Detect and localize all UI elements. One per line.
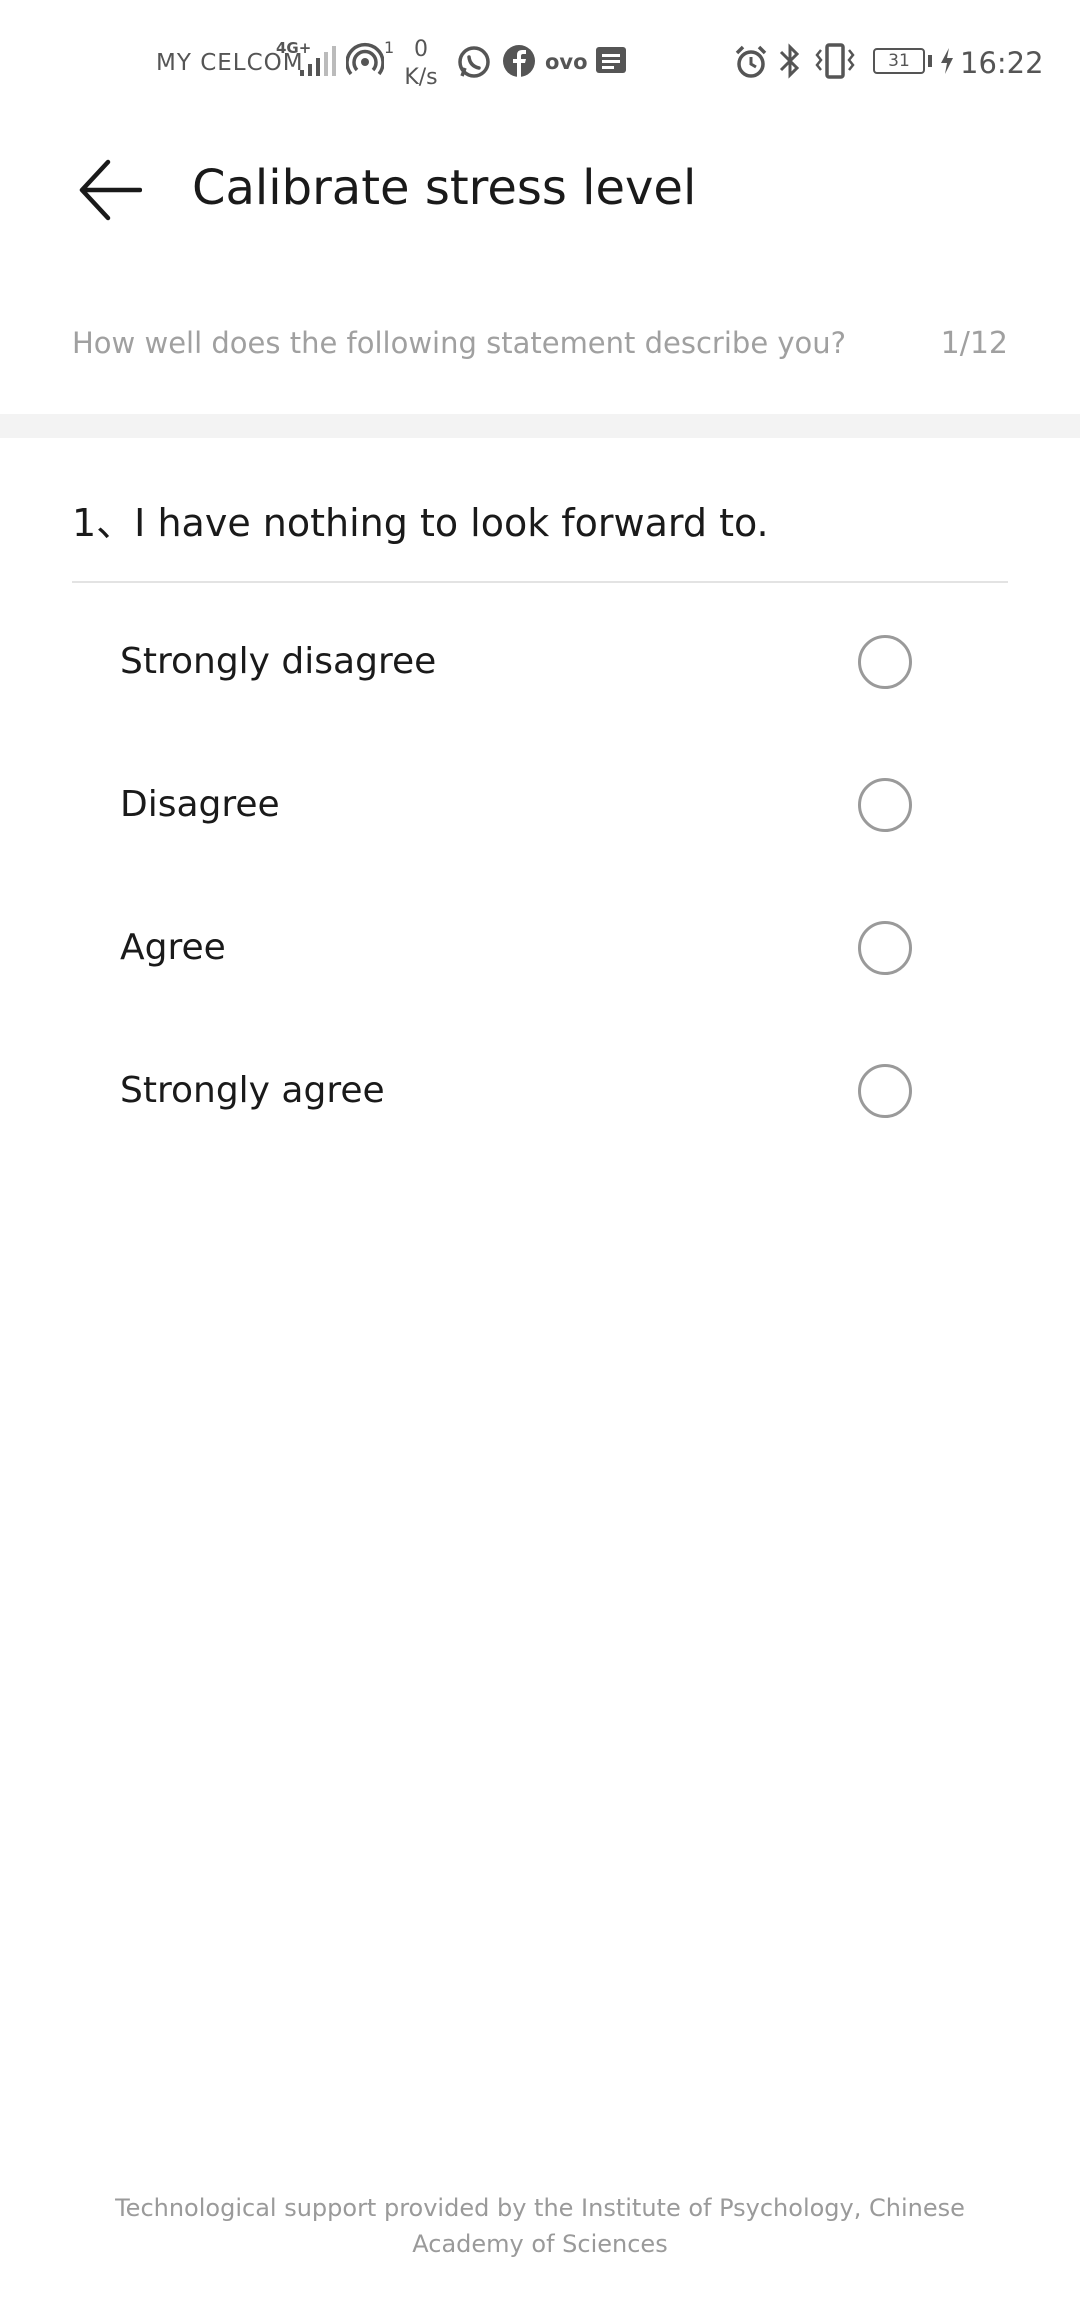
back-button[interactable]	[70, 150, 150, 230]
question-text: 1、I have nothing to look forward to.	[72, 501, 769, 545]
radio-button[interactable]	[858, 777, 912, 832]
alarm-icon	[733, 44, 769, 84]
network-speed: 0 K/s	[398, 36, 444, 92]
ovo-icon: ovo	[545, 50, 588, 74]
whatsapp-icon	[456, 44, 492, 84]
vibrate-icon	[812, 42, 858, 84]
screen: MY CELCOM 4G+ 1 0 K/s ovo 31 16:22 Calib…	[0, 0, 1080, 2310]
option-strongly-disagree[interactable]: Strongly disagree	[72, 590, 1008, 733]
hotspot-icon	[345, 42, 385, 82]
option-label: Agree	[120, 927, 226, 968]
battery-icon: 31	[873, 48, 925, 74]
speed-unit: K/s	[404, 65, 438, 90]
hotspot-count: 1	[384, 38, 395, 57]
question-progress: 1/12	[940, 326, 1008, 361]
speed-value: 0	[414, 37, 428, 62]
option-label: Disagree	[120, 784, 280, 825]
footer-credit: Technological support provided by the In…	[115, 2194, 965, 2258]
radio-button[interactable]	[858, 1063, 912, 1118]
page-title: Calibrate stress level	[192, 160, 697, 216]
section-divider	[0, 414, 1080, 438]
battery-nub	[928, 55, 932, 67]
message-icon	[594, 44, 628, 80]
option-label: Strongly disagree	[120, 641, 437, 682]
clock-time: 16:22	[960, 46, 1044, 80]
signal-icon	[296, 44, 338, 82]
question-divider	[72, 581, 1008, 583]
option-disagree[interactable]: Disagree	[72, 733, 1008, 876]
option-label: Strongly agree	[120, 1070, 385, 1111]
option-strongly-agree[interactable]: Strongly agree	[72, 1019, 1008, 1162]
radio-button[interactable]	[858, 634, 912, 689]
option-agree[interactable]: Agree	[72, 876, 1008, 1019]
answer-options: Strongly disagree Disagree Agree Strongl…	[72, 590, 1008, 1162]
radio-button[interactable]	[858, 920, 912, 975]
bluetooth-icon	[776, 42, 804, 84]
status-bar: MY CELCOM 4G+ 1 0 K/s ovo 31 16:22	[0, 0, 1080, 120]
charging-icon	[938, 46, 956, 80]
survey-prompt: How well does the following statement de…	[72, 326, 847, 360]
arrow-left-icon	[79, 159, 142, 221]
facebook-icon	[502, 44, 536, 82]
